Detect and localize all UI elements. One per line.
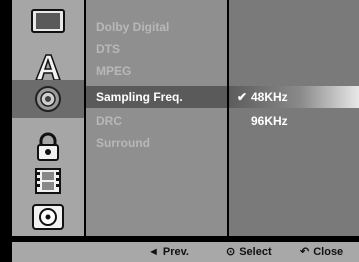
checkmark-icon: ✔ bbox=[236, 90, 248, 104]
close-label: Close bbox=[313, 246, 344, 258]
menu-item-surround[interactable]: Surround bbox=[86, 132, 227, 154]
setup-menu-screen: Dolby Digital DTS MPEG Sampling Freq. DR… bbox=[0, 0, 359, 262]
menu-item-dolby-digital[interactable]: Dolby Digital bbox=[86, 16, 227, 38]
return-arrow-icon: ↶ bbox=[300, 246, 310, 258]
menu-item-mpeg[interactable]: MPEG bbox=[86, 60, 227, 82]
left-arrow-icon: ◄ bbox=[148, 246, 159, 258]
audio-speaker-icon[interactable] bbox=[12, 80, 84, 118]
bottom-hint-bar: ◄ Prev. ⊙ Select ↶ Close bbox=[12, 242, 359, 262]
prev-hint: ◄ Prev. bbox=[148, 242, 189, 262]
select-circle-icon: ⊙ bbox=[226, 246, 236, 258]
padlock-icon[interactable] bbox=[12, 128, 84, 166]
option-column: ✔ 48KHz 96KHz bbox=[229, 0, 359, 236]
menu-item-drc[interactable]: DRC bbox=[86, 110, 227, 132]
option-label: 96KHz bbox=[251, 114, 288, 128]
film-strip-icon[interactable] bbox=[12, 162, 84, 200]
menu-item-sampling-freq[interactable]: Sampling Freq. bbox=[86, 86, 227, 108]
close-hint: ↶ Close bbox=[300, 242, 343, 262]
prev-label: Prev. bbox=[162, 246, 189, 258]
option-label: 48KHz bbox=[251, 90, 288, 104]
category-icon-column bbox=[12, 0, 84, 236]
select-label: Select bbox=[239, 246, 272, 258]
tv-screen-icon[interactable] bbox=[12, 2, 84, 40]
disc-icon[interactable] bbox=[12, 198, 84, 236]
select-hint: ⊙ Select bbox=[226, 242, 272, 262]
option-96khz[interactable]: 96KHz bbox=[229, 110, 359, 132]
option-48khz[interactable]: ✔ 48KHz bbox=[229, 86, 359, 108]
menu-item-column: Dolby Digital DTS MPEG Sampling Freq. DR… bbox=[86, 0, 227, 236]
menu-item-dts[interactable]: DTS bbox=[86, 38, 227, 60]
